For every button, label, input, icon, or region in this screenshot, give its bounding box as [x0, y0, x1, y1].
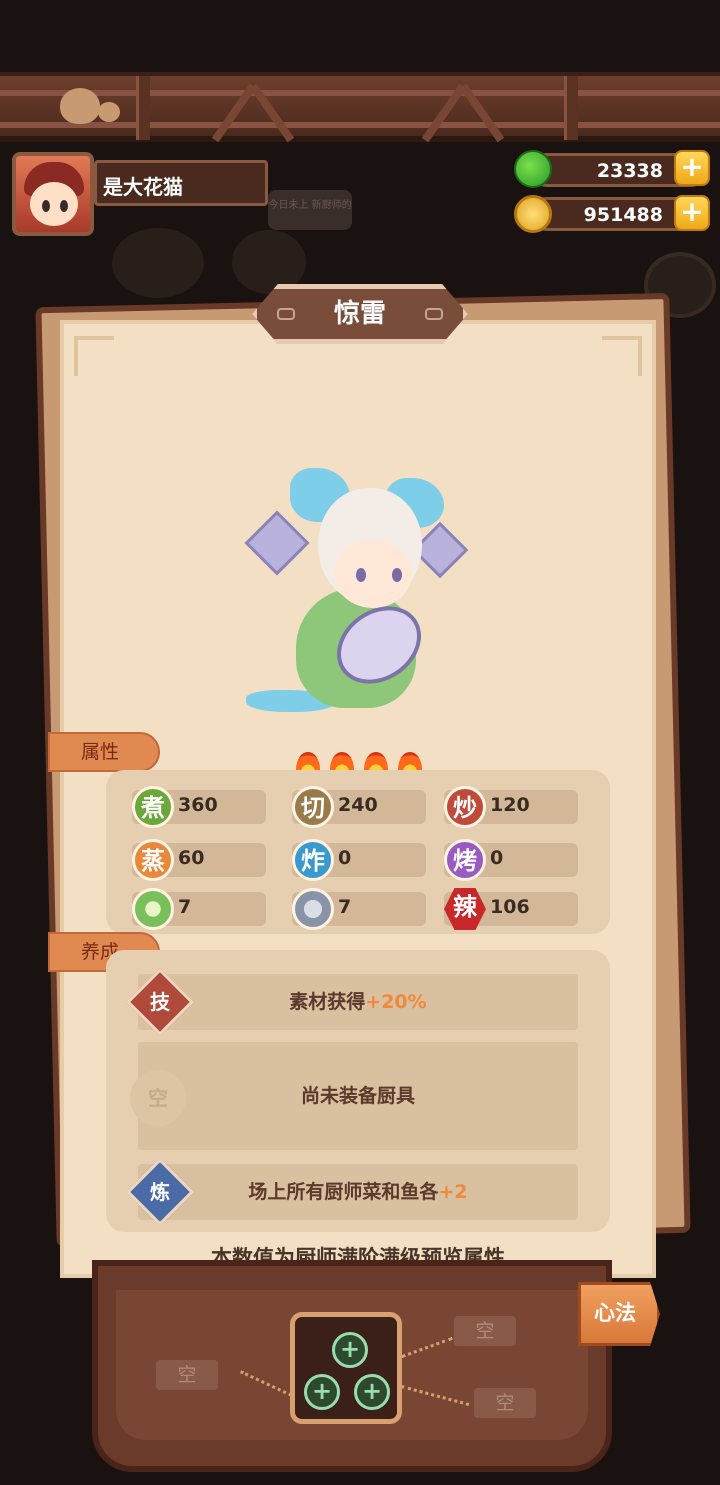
refine-row[interactable]: 场上所有厨师菜和鱼各+2 [138, 1164, 578, 1220]
cut-icon: 切 [292, 786, 334, 828]
heart-method-slot-left[interactable]: 空 [156, 1360, 218, 1390]
add-heart-method-right[interactable]: + [354, 1374, 390, 1410]
steam-icon: 蒸 [132, 839, 174, 881]
attributes-tab: 属性 [48, 732, 160, 772]
skill-text: 素材获得 [289, 991, 366, 1013]
skill-row[interactable]: 素材获得+20% [138, 974, 578, 1030]
background-chef-figure [112, 228, 204, 298]
player-avatar[interactable] [12, 152, 94, 236]
empty-equipment-badge: 空 [130, 1070, 186, 1126]
chef-name: 惊雷 [333, 299, 386, 329]
roast-icon: 烤 [444, 839, 486, 881]
heart-method-slot-bottom-right[interactable]: 空 [474, 1388, 536, 1418]
chef-eye-right [392, 568, 402, 582]
boil-icon: 煮 [132, 786, 174, 828]
equipment-slot[interactable]: 尚未装备厨具 [138, 1042, 578, 1150]
refine-badge-label: 炼 [150, 1180, 170, 1204]
refine-text: 场上所有厨师菜和鱼各 [248, 1181, 439, 1203]
add-coins-button[interactable]: + [674, 195, 710, 231]
heart-method-slot-top-right[interactable]: 空 [454, 1316, 516, 1346]
jade-icon [514, 150, 552, 188]
add-heart-method-top[interactable]: + [332, 1332, 368, 1368]
coin-icon [514, 195, 552, 233]
skill-bonus: +20% [365, 991, 427, 1013]
chef-name-plate: 惊雷 [252, 284, 468, 344]
corner-ornament-tr [602, 336, 642, 376]
chef-eye-left [356, 568, 366, 582]
equipment-text: 尚未装备厨具 [300, 1085, 415, 1107]
speech-bubble: 今日未上 新厨师的 [268, 190, 352, 230]
cabbage-icon [132, 888, 174, 930]
deep-fry-icon: 炸 [292, 839, 334, 881]
skill-badge-label: 技 [150, 990, 170, 1014]
corner-ornament-tl [74, 336, 114, 376]
refine-bonus: +2 [438, 1181, 468, 1203]
add-heart-method-left[interactable]: + [304, 1374, 340, 1410]
chick-small-decoration [98, 102, 120, 122]
heart-method-center [290, 1312, 402, 1424]
heart-method-button[interactable]: 心法 [578, 1282, 660, 1346]
fish-icon [292, 888, 334, 930]
add-jade-button[interactable]: + [674, 150, 710, 186]
chick-decoration [60, 88, 100, 124]
stir-fry-icon: 炒 [444, 786, 486, 828]
player-name: 是大花猫 [94, 160, 268, 206]
